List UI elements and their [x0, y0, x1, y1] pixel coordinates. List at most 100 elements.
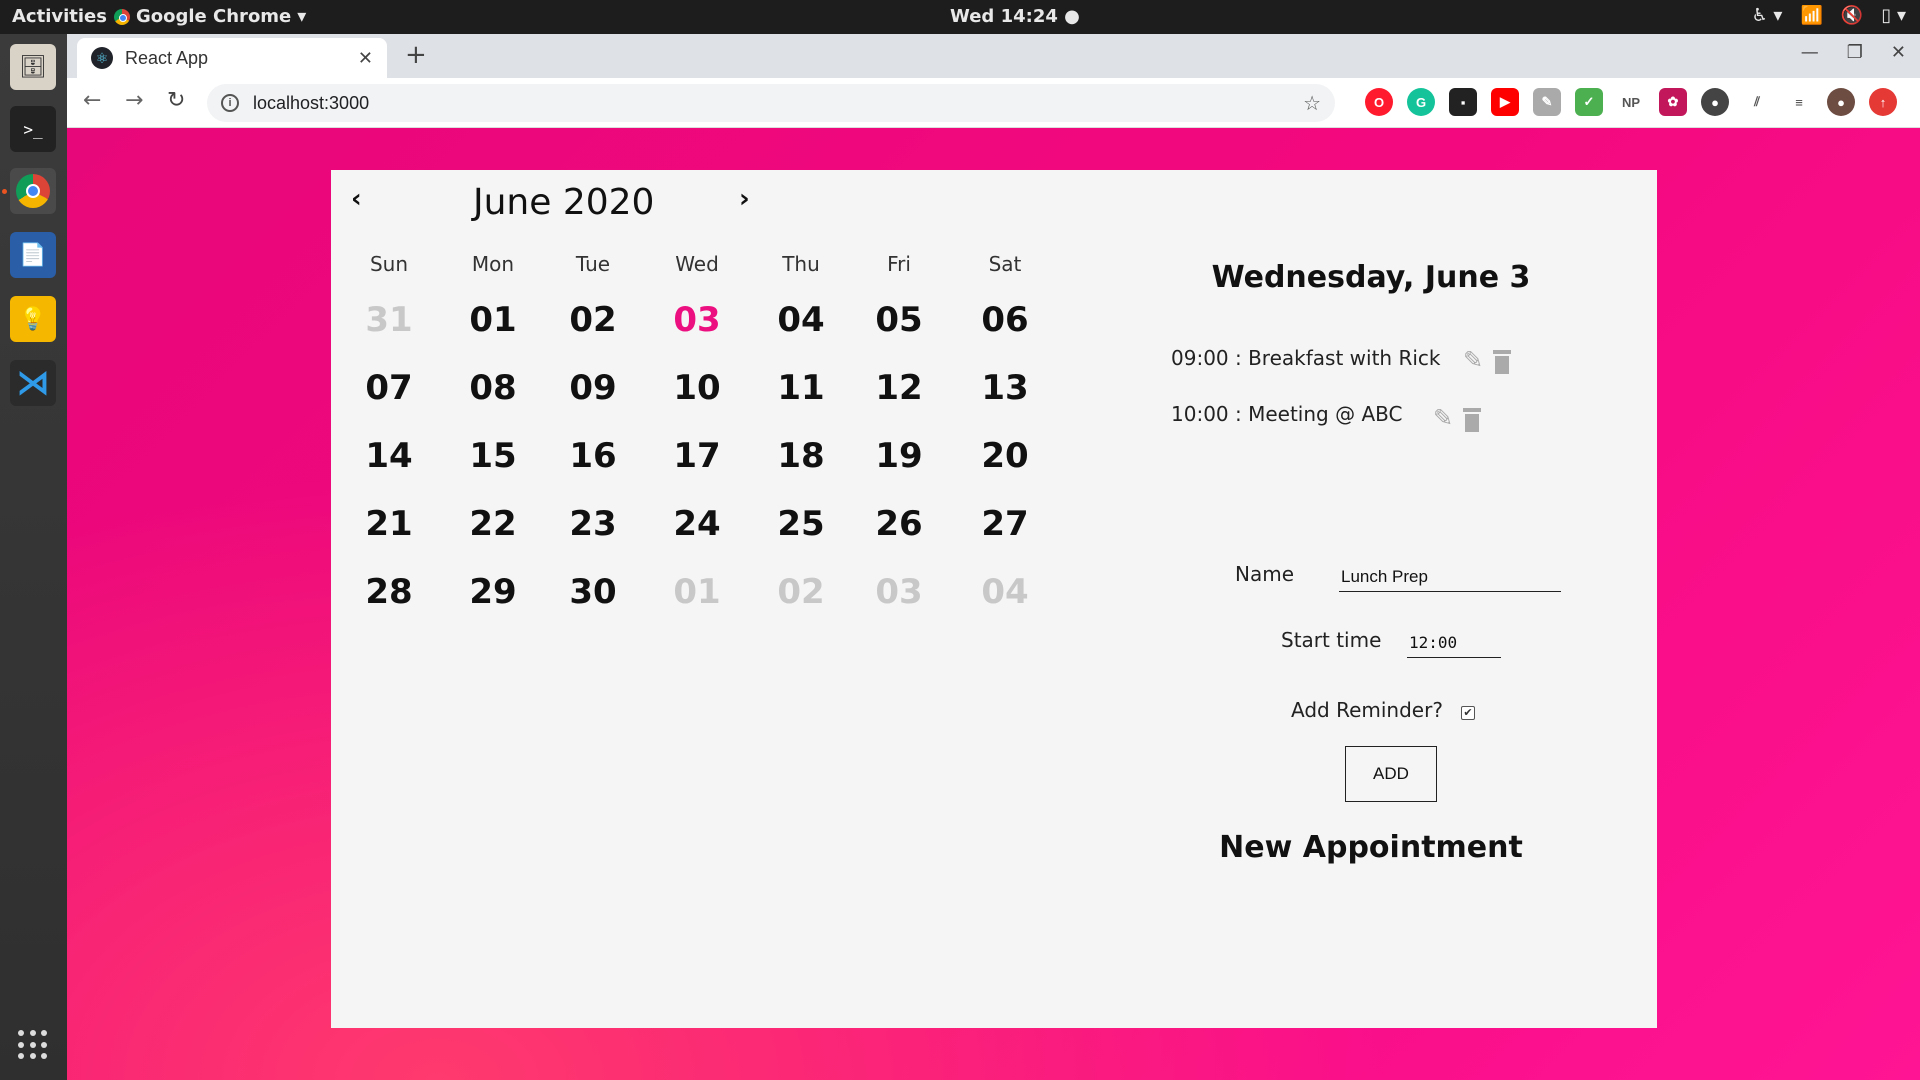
chevron-down-icon: ▾	[297, 6, 307, 27]
name-input[interactable]	[1339, 562, 1561, 592]
maximize-icon[interactable]: ❐	[1847, 42, 1863, 63]
day-cell[interactable]: 17	[645, 436, 749, 476]
grammarly-icon[interactable]: G	[1407, 88, 1435, 116]
day-cell[interactable]: 14	[337, 436, 441, 476]
new-appointment-heading: New Appointment	[1219, 830, 1523, 865]
chrome-dock-icon[interactable]	[10, 168, 56, 214]
ext-dark-icon[interactable]: ▪	[1449, 88, 1477, 116]
day-cell[interactable]: 23	[541, 504, 645, 544]
dock: 🗄 >_ 📄 💡 ⋊	[0, 34, 67, 1080]
prev-month-button[interactable]: ‹	[351, 184, 362, 214]
ext-red-icon[interactable]: ✿	[1659, 88, 1687, 116]
day-cell[interactable]: 12	[847, 368, 951, 408]
wifi-icon[interactable]: 📶	[1800, 5, 1822, 26]
day-cell-outside-month[interactable]: 03	[847, 572, 951, 612]
day-cell[interactable]: 24	[645, 504, 749, 544]
clock-label: Wed 14:24	[950, 6, 1058, 27]
day-cell[interactable]: 13	[953, 368, 1057, 408]
day-cell[interactable]: 07	[337, 368, 441, 408]
opera-icon[interactable]: O	[1365, 88, 1393, 116]
month-title: June 2020	[473, 182, 655, 223]
day-cell-outside-month[interactable]: 31	[337, 300, 441, 340]
day-cell[interactable]: 01	[441, 300, 545, 340]
minimize-icon[interactable]: —	[1801, 42, 1819, 63]
calendar-card: ‹ June 2020 › Sun Mon Tue Wed Thu Fri Sat 31 01…	[331, 170, 1657, 1028]
day-cell[interactable]: 21	[337, 504, 441, 544]
show-applications-icon[interactable]	[18, 1030, 48, 1060]
bookmark-star-icon[interactable]: ☆	[1303, 91, 1321, 116]
address-bar[interactable]: i localhost:3000 ☆	[207, 84, 1335, 122]
youtube-icon[interactable]: ▶	[1491, 88, 1519, 116]
np-extension[interactable]: NP	[1617, 88, 1645, 116]
day-cell[interactable]: 19	[847, 436, 951, 476]
lightbulb-icon[interactable]: 💡	[10, 296, 56, 342]
window-controls: — ❐ ✕	[1801, 42, 1906, 63]
day-cell[interactable]: 16	[541, 436, 645, 476]
day-cell[interactable]: 02	[541, 300, 645, 340]
writer-icon[interactable]: 📄	[10, 232, 56, 278]
volume-icon[interactable]: 🔇	[1841, 5, 1863, 26]
day-cell[interactable]: 30	[541, 572, 645, 612]
edit-pencil-icon[interactable]: ✎	[1463, 346, 1483, 374]
day-cell[interactable]: 04	[749, 300, 853, 340]
next-month-button[interactable]: ›	[739, 184, 750, 214]
day-cell[interactable]: 26	[847, 504, 951, 544]
system-top-bar: Activities Google Chrome ▾ Wed 14:24 ● ♿…	[0, 0, 1920, 34]
day-cell[interactable]: 28	[337, 572, 441, 612]
weekday-header: Sun Mon Tue Wed Thu Fri Sat	[331, 252, 1031, 282]
terminal-icon[interactable]: >_	[10, 106, 56, 152]
day-cell-outside-month[interactable]: 04	[953, 572, 1057, 612]
start-time-label: Start time	[1281, 628, 1382, 652]
accessibility-icon[interactable]: ♿ ▾	[1752, 5, 1783, 26]
app-menu-label: Google Chrome	[136, 6, 292, 27]
profile-avatar[interactable]: ●	[1827, 88, 1855, 116]
day-cell[interactable]: 03	[645, 300, 749, 340]
name-label: Name	[1235, 562, 1295, 586]
close-tab-icon[interactable]: ✕	[358, 48, 373, 69]
new-tab-button[interactable]: +	[405, 40, 427, 70]
day-cell[interactable]: 11	[749, 368, 853, 408]
active-app-indicator	[2, 189, 7, 194]
ext-slash-icon[interactable]: ⫽	[1743, 88, 1771, 116]
day-cell[interactable]: 08	[441, 368, 545, 408]
add-button[interactable]: ADD	[1345, 746, 1437, 802]
update-icon[interactable]: ↑	[1869, 88, 1897, 116]
day-cell[interactable]: 18	[749, 436, 853, 476]
url-text: localhost:3000	[253, 92, 370, 113]
activities-button[interactable]: Activities	[12, 6, 107, 27]
ext-grey-icon[interactable]: ✎	[1533, 88, 1561, 116]
day-cell[interactable]: 27	[953, 504, 1057, 544]
day-cell[interactable]: 06	[953, 300, 1057, 340]
day-cell[interactable]: 20	[953, 436, 1057, 476]
day-cell[interactable]: 22	[441, 504, 545, 544]
tab-react-app[interactable]: ⚛ React App ✕	[77, 38, 387, 78]
day-cell[interactable]: 29	[441, 572, 545, 612]
edit-pencil-icon[interactable]: ✎	[1433, 404, 1453, 432]
day-cell[interactable]: 09	[541, 368, 645, 408]
app-menu[interactable]: Google Chrome ▾	[114, 6, 306, 27]
reload-icon[interactable]: ↻	[167, 88, 185, 113]
back-icon[interactable]: ←	[83, 88, 101, 113]
start-time-input[interactable]	[1407, 628, 1501, 658]
ext-circle-icon[interactable]: ●	[1701, 88, 1729, 116]
close-window-icon[interactable]: ✕	[1891, 42, 1906, 63]
ext-green-icon[interactable]: ✓	[1575, 88, 1603, 116]
day-cell[interactable]: 25	[749, 504, 853, 544]
day-cell[interactable]: 10	[645, 368, 749, 408]
battery-icon[interactable]: ▯ ▾	[1881, 5, 1906, 26]
vscode-icon[interactable]: ⋊	[10, 360, 56, 406]
day-cell-outside-month[interactable]: 02	[749, 572, 853, 612]
day-cell[interactable]: 05	[847, 300, 951, 340]
day-cell-outside-month[interactable]: 01	[645, 572, 749, 612]
files-icon[interactable]: 🗄	[10, 44, 56, 90]
forward-icon[interactable]: →	[125, 88, 143, 113]
weekday-label: Thu	[782, 252, 820, 276]
info-icon[interactable]: i	[221, 94, 239, 112]
delete-trash-icon[interactable]	[1463, 408, 1481, 432]
reminder-checkbox[interactable]: ✔	[1461, 706, 1475, 720]
media-icon[interactable]: ≡	[1785, 88, 1813, 116]
system-tray[interactable]: ♿ ▾ 📶 🔇 ▯ ▾	[1752, 5, 1906, 26]
clock[interactable]: Wed 14:24 ●	[950, 6, 1080, 27]
day-cell[interactable]: 15	[441, 436, 545, 476]
delete-trash-icon[interactable]	[1493, 350, 1511, 374]
